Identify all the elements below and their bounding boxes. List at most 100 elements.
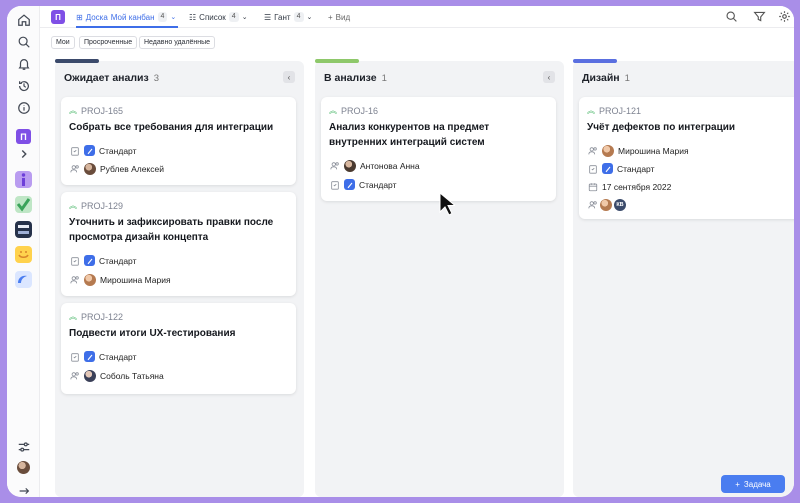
task-type-label: Стандарт [359,179,397,190]
assignee-avatar [602,145,614,157]
card-key-text: PROJ-121 [599,105,642,116]
history-icon[interactable] [15,77,32,94]
card-title: Учёт дефектов по интеграции [587,122,736,133]
column-title: Дизайн 1 [582,72,630,84]
gantt-icon: ☰ [264,12,272,22]
filter-mine[interactable]: Мои [51,36,75,49]
tab-gantt-count: 4 [293,12,304,22]
collapse-column-button[interactable]: ‹ [283,71,295,83]
add-task-button[interactable]: + Задача [721,475,785,493]
task-card[interactable]: ︽ PROJ-122 Подвести итоги UX-тестирования… [61,303,296,394]
priority-icon: ︽ [329,106,337,115]
task-type-label: Стандарт [99,145,137,156]
tab-list-label: Список [199,12,226,22]
task-card[interactable]: ︽ PROJ-165 Собрать все требования для инт… [61,97,296,185]
home-icon[interactable] [15,11,32,28]
bell-icon[interactable] [15,55,32,72]
card-key: ︽ PROJ-165 [69,105,123,116]
card-assignee-row: Антонова Анна [329,160,420,172]
assignee-avatar [84,370,96,382]
column-title: Ожидает анализ 3 [64,72,159,84]
due-date: 17 сентября 2022 [602,181,672,192]
tab-board-sublabel: Мой канбан [110,12,155,22]
users-icon [69,164,80,175]
tab-board[interactable]: ⊞ Доска Мой канбан 4 ⌄ [76,9,176,25]
card-key-text: PROJ-16 [341,105,379,116]
card-assignee-row: Рублев Алексей [69,163,164,175]
task-type-icon [344,179,355,190]
users-icon [69,275,80,286]
column-title-text: Дизайн [582,72,620,84]
arrow-right-icon[interactable] [15,482,32,497]
search-icon[interactable] [15,33,32,50]
column-in-analysis: В анализе 1 ‹ ︽ PROJ-16 Анализ конкурентов… [315,59,564,497]
assignee-name: Мирошина Мария [100,275,171,285]
tab-gantt[interactable]: ☰ Гант 4 ⌄ [264,9,312,25]
mouse-cursor-icon [439,192,455,216]
app-cloud-icon[interactable] [15,271,32,288]
card-title-line-1: Уточнить и зафиксировать правки после [69,217,274,228]
gear-icon[interactable] [778,10,792,24]
column-title: В анализе 1 [324,72,387,84]
chevron-down-icon[interactable]: ⌄ [242,13,248,21]
plus-icon: + [328,12,333,22]
search-icon[interactable] [725,10,739,24]
card-type-row: Стандарт [69,351,136,362]
clipboard-icon [69,351,80,362]
task-type-label: Стандарт [617,163,655,174]
watcher-avatar [600,199,612,211]
users-icon [587,146,598,157]
card-date-row: 17 сентября 2022 [587,181,671,192]
filter-bar: Мои Просроченные Недавно удалённые [40,28,794,54]
card-title: Собрать все требования для интеграции [69,122,274,133]
priority-icon: ︽ [69,106,77,115]
task-card[interactable]: ︽ PROJ-129 Уточнить и зафиксировать правк… [61,192,296,296]
app-layers-icon[interactable] [15,221,32,238]
chevron-down-icon[interactable]: ⌄ [307,13,313,21]
tab-board-count: 4 [157,12,168,22]
app-info-icon[interactable] [15,171,32,188]
column-accent [573,59,617,63]
app-check-icon[interactable] [15,196,32,213]
card-assignee-row: Мирошина Мария [587,145,689,157]
assignee-name: Мирошина Мария [618,146,689,156]
chevron-right-icon[interactable] [15,145,32,162]
info-icon[interactable] [15,99,32,116]
priority-icon: ︽ [69,201,77,210]
column-count: 3 [153,73,159,84]
column-waiting-analysis: Ожидает анализ 3 ‹ ︽ PROJ-165 Собрать все … [55,59,304,497]
clipboard-icon [329,179,340,190]
card-key-text: PROJ-165 [81,105,124,116]
collapse-column-button[interactable]: ‹ [543,71,555,83]
chevron-down-icon[interactable]: ⌄ [170,13,176,21]
assignee-avatar [84,274,96,286]
app-window: П П ⊞ Доска Мой канбан 4 ⌄ ☷ Список 4 ⌄ … [7,6,794,497]
add-view-label: Вид [335,12,351,22]
user-avatar[interactable] [17,461,30,474]
card-title-line-2: просмотра дизайн концепта [69,232,209,243]
tab-list[interactable]: ☷ Список 4 ⌄ [189,9,248,25]
column-design: Дизайн 1 ︽ PROJ-121 Учёт дефектов по интег… [573,59,794,497]
task-type-icon [84,145,95,156]
watcher-avatar-initials: КВ [614,199,626,211]
card-title: Подвести итоги UX-тестирования [69,328,236,339]
card-key-text: PROJ-122 [81,311,124,322]
tab-board-label: Доска [85,12,108,22]
users-icon [329,161,340,172]
card-type-row: Стандарт [69,255,136,266]
card-type-row: Стандарт [587,163,654,174]
filter-overdue[interactable]: Просроченные [79,36,138,49]
task-type-icon [84,351,95,362]
project-badge[interactable]: П [51,10,65,24]
task-card[interactable]: ︽ PROJ-121 Учёт дефектов по интеграции Ми… [579,97,794,219]
task-card[interactable]: ︽ PROJ-16 Анализ конкурентов на предмет в… [321,97,556,201]
filter-recently-deleted[interactable]: Недавно удалённые [139,36,216,49]
add-view-button[interactable]: + Вид [328,9,350,25]
workspace-badge[interactable]: П [16,129,31,144]
filter-icon[interactable] [753,10,767,24]
app-smile-icon[interactable] [15,246,32,263]
clipboard-icon [587,163,598,174]
card-key: ︽ PROJ-16 [329,105,378,116]
settings-sliders-icon[interactable] [15,438,32,455]
tab-gantt-label: Гант [274,12,291,22]
